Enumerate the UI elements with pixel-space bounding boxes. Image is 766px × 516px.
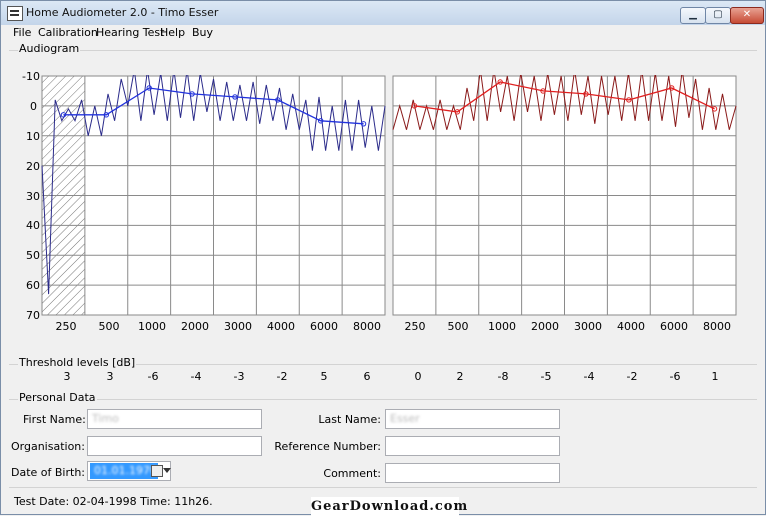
audiogram-group-line [9,50,757,51]
menu-bar: File Calibration Hearing Test Help Buy [1,25,765,41]
first-name-value: Timo [92,412,119,425]
reference-number-field[interactable] [385,436,560,456]
minimize-button[interactable]: ▁ [680,7,706,24]
y-tick: 70 [26,309,40,322]
x-tick-left: 4000 [267,320,295,333]
date-of-birth-selected: 01.01.1970 [90,463,158,479]
y-tick: 40 [26,219,40,232]
y-tick: 30 [26,190,40,203]
menu-buy[interactable]: Buy [192,26,213,39]
reference-number-label: Reference Number: [274,440,381,453]
organisation-label: Organisation: [11,440,85,453]
x-tick-left: 250 [55,320,77,333]
menu-calibration[interactable]: Calibration [38,26,98,39]
personal-group-line [9,399,757,400]
x-tick-right: 250 [404,320,426,333]
menu-help[interactable]: Help [160,26,185,39]
threshold-right: -5 [540,370,552,383]
x-tick-right: 1000 [488,320,516,333]
last-name-label: Last Name: [318,413,381,426]
y-tick: 60 [26,279,40,292]
watermark: GearDownload.com [311,497,469,516]
threshold-right: -6 [669,370,681,383]
date-of-birth-value: 01.01.1970 [94,464,157,477]
threshold-right: 2 [456,370,464,383]
audiogram-label: Audiogram [18,42,81,55]
threshold-left: 3 [63,370,71,383]
threshold-left: 3 [106,370,114,383]
threshold-right: 0 [414,370,422,383]
threshold-left: 6 [363,370,371,383]
threshold-right: 1 [711,370,719,383]
y-tick: 10 [26,130,40,143]
x-tick-right: 3000 [574,320,602,333]
app-icon [7,6,23,21]
menu-hearing-test[interactable]: Hearing Test [96,26,164,39]
threshold-left: -3 [233,370,245,383]
comment-label: Comment: [323,467,381,480]
audiogram-left-ear-chart [41,75,386,316]
window-title: Home Audiometer 2.0 - Timo Esser [26,6,219,19]
chevron-down-icon[interactable] [163,468,171,473]
x-tick-right: 6000 [660,320,688,333]
first-name-label: First Name: [23,413,86,426]
y-tick: 0 [30,100,37,113]
threshold-right: -2 [626,370,638,383]
x-tick-left: 2000 [181,320,209,333]
first-name-field[interactable]: Timo [87,409,262,429]
y-tick: -10 [22,70,40,83]
x-tick-right: 8000 [703,320,731,333]
threshold-right: -4 [583,370,595,383]
x-tick-left: 3000 [224,320,252,333]
personal-data-label: Personal Data [18,391,97,404]
threshold-left: 5 [320,370,328,383]
x-tick-right: 4000 [617,320,645,333]
y-tick: 20 [26,160,40,173]
x-tick-left: 500 [98,320,120,333]
test-date-status: Test Date: 02-04-1998 Time: 11h26. [14,495,213,508]
x-tick-left: 1000 [138,320,166,333]
close-button[interactable]: ✕ [730,7,764,24]
last-name-value: Esser [390,412,420,425]
app-window: Home Audiometer 2.0 - Timo Esser ▁ ▢ ✕ F… [0,0,766,516]
maximize-button[interactable]: ▢ [705,7,731,24]
y-tick: 50 [26,249,40,262]
threshold-left: -4 [190,370,202,383]
title-bar: Home Audiometer 2.0 - Timo Esser ▁ ▢ ✕ [1,1,765,26]
threshold-left: -2 [276,370,288,383]
thresholds-label: Threshold levels [dB] [18,356,137,369]
threshold-right: -8 [497,370,509,383]
x-tick-right: 500 [447,320,469,333]
x-tick-right: 2000 [531,320,559,333]
x-tick-left: 8000 [353,320,381,333]
status-divider [9,487,757,488]
x-tick-left: 6000 [310,320,338,333]
last-name-field[interactable]: Esser [385,409,560,429]
menu-file[interactable]: File [13,26,31,39]
date-of-birth-label: Date of Birth: [11,466,86,479]
organisation-field[interactable] [87,436,262,456]
audiogram-right-ear-chart [392,75,737,316]
calendar-icon[interactable] [151,465,163,477]
comment-field[interactable] [385,463,560,483]
threshold-left: -6 [147,370,159,383]
